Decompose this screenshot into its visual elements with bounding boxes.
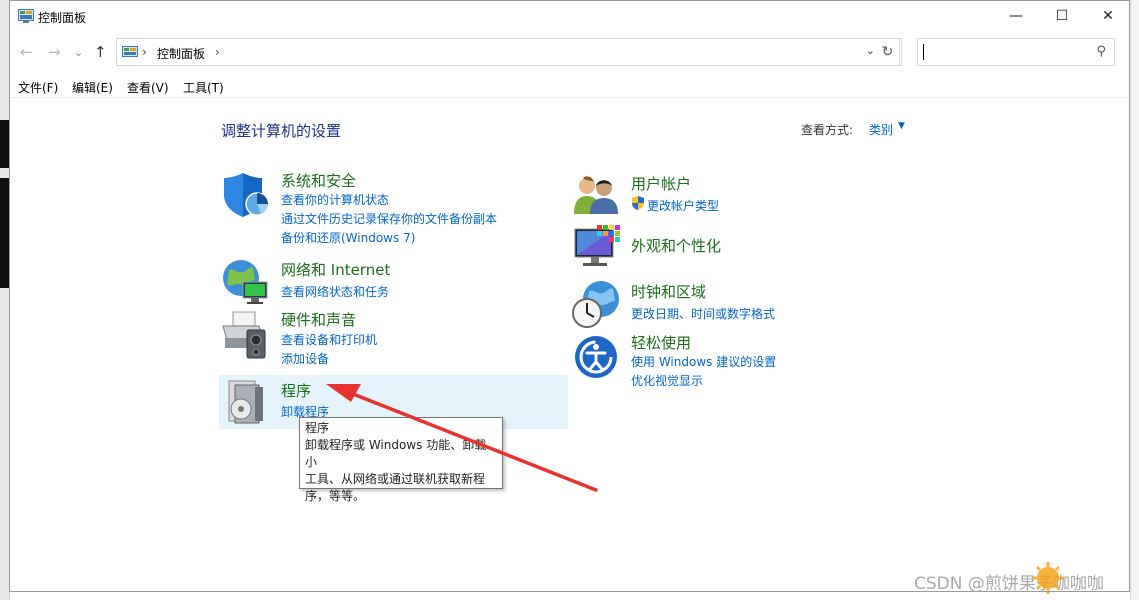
link-optimize-visual-display[interactable]: 优化视觉显示 bbox=[631, 372, 703, 389]
text-caret bbox=[923, 44, 924, 60]
menu-view[interactable]: 查看(V) bbox=[127, 79, 169, 96]
breadcrumb-chevron-icon[interactable]: › bbox=[215, 45, 220, 59]
minimize-icon: — bbox=[1009, 8, 1023, 24]
link-network-status[interactable]: 查看网络状态和任务 bbox=[281, 283, 389, 300]
printer-speaker-icon bbox=[222, 311, 266, 359]
view-by-label: 查看方式: bbox=[801, 123, 854, 137]
network-globe-icon bbox=[223, 260, 268, 304]
recent-locations-chevron-icon[interactable]: ⌄ bbox=[74, 46, 83, 59]
background-window-right-edge bbox=[1130, 0, 1139, 600]
tooltip-line: 序，等等。 bbox=[305, 489, 366, 503]
link-file-history[interactable]: 通过文件历史记录保存你的文件备份副本 bbox=[281, 210, 497, 227]
window-title: 控制面板 bbox=[38, 11, 87, 25]
close-button[interactable]: ✕ bbox=[1085, 1, 1131, 31]
category-user-accounts-title[interactable]: 用户帐户 bbox=[631, 173, 691, 194]
link-add-device[interactable]: 添加设备 bbox=[281, 350, 329, 367]
refresh-button[interactable]: ↻ bbox=[874, 38, 902, 66]
link-windows-suggested-settings[interactable]: 使用 Windows 建议的设置 bbox=[631, 353, 776, 370]
tooltip-line: 卸载程序或 Windows 功能、卸载小 bbox=[305, 438, 487, 469]
title-bar[interactable]: 控制面板 — ☐ ✕ bbox=[10, 1, 1129, 33]
minimize-button[interactable]: — bbox=[993, 1, 1039, 31]
menu-bar: 文件(F) 编辑(E) 查看(V) 工具(T) bbox=[10, 75, 1129, 98]
csdn-watermark: CSDN @煎饼果子咖咖咖 bbox=[914, 574, 1104, 594]
link-devices-printers[interactable]: 查看设备和打印机 bbox=[281, 331, 377, 348]
link-change-account-type[interactable]: 更改帐户类型 bbox=[647, 197, 719, 214]
menu-edit[interactable]: 编辑(E) bbox=[72, 79, 113, 96]
category-appearance-title[interactable]: 外观和个性化 bbox=[631, 235, 721, 256]
maximize-icon: ☐ bbox=[1055, 8, 1069, 24]
category-programs-title[interactable]: 程序 bbox=[281, 380, 311, 401]
uac-shield-icon bbox=[632, 196, 644, 210]
category-system-security-title[interactable]: 系统和安全 bbox=[281, 170, 356, 191]
tooltip-title: 程序 bbox=[305, 421, 330, 435]
shield-icon bbox=[224, 173, 269, 217]
sun-badge-icon bbox=[1032, 562, 1064, 594]
address-bar[interactable]: › 控制面板 › ⌄ bbox=[116, 38, 900, 66]
breadcrumb-control-panel[interactable]: 控制面板 bbox=[157, 45, 205, 62]
category-clock-region-title[interactable]: 时钟和区域 bbox=[631, 281, 706, 302]
maximize-button[interactable]: ☐ bbox=[1039, 1, 1085, 31]
address-row: ← → ⌄ ↑ › 控制面板 › ⌄ ↻ ⚲ bbox=[10, 35, 1129, 69]
ease-of-access-icon bbox=[575, 336, 617, 378]
forward-button[interactable]: → bbox=[48, 43, 61, 61]
category-ease-of-access-title[interactable]: 轻松使用 bbox=[631, 332, 691, 353]
up-button[interactable]: ↑ bbox=[94, 43, 107, 61]
link-backup-restore[interactable]: 备份和还原(Windows 7) bbox=[281, 229, 415, 246]
search-icon[interactable]: ⚲ bbox=[1096, 44, 1106, 59]
category-hardware-sound-title[interactable]: 硬件和声音 bbox=[281, 309, 356, 330]
page-title: 调整计算机的设置 bbox=[221, 122, 342, 140]
view-by-dropdown[interactable]: 类别 bbox=[869, 121, 893, 138]
appearance-monitor-icon bbox=[574, 225, 620, 266]
close-icon: ✕ bbox=[1102, 8, 1114, 24]
back-button[interactable]: ← bbox=[20, 43, 33, 61]
programs-disc-icon bbox=[228, 380, 263, 424]
menu-file[interactable]: 文件(F) bbox=[18, 79, 58, 96]
category-network-title[interactable]: 网络和 Internet bbox=[281, 259, 390, 280]
search-input[interactable]: ⚲ bbox=[917, 38, 1115, 66]
link-change-date-time-format[interactable]: 更改日期、时间或数字格式 bbox=[631, 305, 775, 322]
clock-region-icon bbox=[572, 281, 619, 328]
user-accounts-icon bbox=[574, 176, 618, 214]
refresh-icon: ↻ bbox=[881, 44, 894, 60]
tooltip-line: 工具、从网络或通过联机获取新程 bbox=[305, 472, 486, 486]
control-panel-icon bbox=[122, 46, 138, 57]
control-panel-window: 控制面板 — ☐ ✕ ← → ⌄ ↑ › 控制面板 › ⌄ ↻ ⚲ 文件(F) bbox=[9, 0, 1130, 592]
programs-tooltip: 程序 卸载程序或 Windows 功能、卸载小 工具、从网络或通过联机获取新程 … bbox=[299, 417, 503, 503]
link-view-computer-status[interactable]: 查看你的计算机状态 bbox=[281, 191, 389, 208]
breadcrumb-chevron-icon[interactable]: › bbox=[142, 45, 147, 59]
control-panel-icon bbox=[18, 9, 34, 23]
dropdown-arrow-icon[interactable]: ▼ bbox=[898, 121, 905, 131]
menu-tools[interactable]: 工具(T) bbox=[183, 79, 224, 96]
